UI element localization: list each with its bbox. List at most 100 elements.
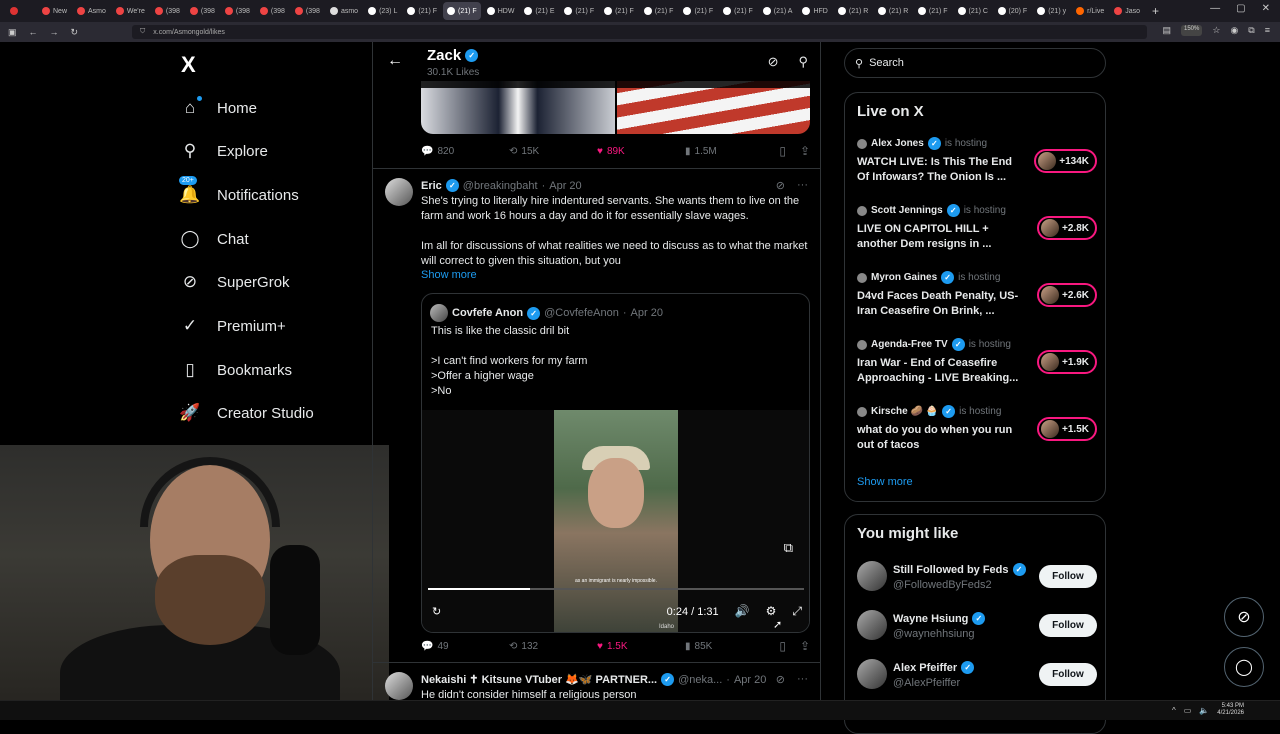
live-item[interactable]: Scott Jennings ✓ is hosting LIVE ON CAPITOL… (857, 204, 1097, 252)
browser-tab[interactable]: Jaso (1110, 2, 1144, 20)
nav-item-chat[interactable]: ◯ Chat (179, 228, 248, 250)
grok-fab-icon[interactable]: ⊘ (1224, 597, 1264, 637)
address-bar[interactable]: ⛉ x.com/Asmongold/likes (132, 25, 1147, 39)
browser-tab[interactable]: (21) F (914, 2, 952, 20)
zoom-level[interactable]: 150% (1181, 25, 1203, 36)
browser-tab[interactable]: (21) F (679, 2, 717, 20)
new-tab-icon[interactable]: + (1152, 4, 1159, 18)
grok-icon[interactable]: ⊘ (776, 673, 785, 686)
nav-item-supergrok[interactable]: ⊘ SuperGrok (179, 271, 290, 293)
browser-tab[interactable]: HDW (483, 2, 519, 20)
follow-button[interactable]: Follow (1039, 614, 1097, 637)
browser-tab[interactable]: (23) L (364, 2, 401, 20)
live-listener-count[interactable]: +2.6K (1037, 283, 1097, 307)
suggested-user[interactable]: Alex Pfeiffer ✓ @AlexPfeiffer Follow (857, 659, 1097, 693)
live-item[interactable]: Alex Jones ✓ is hosting WATCH LIVE: Is This… (857, 137, 1097, 185)
browser-tab[interactable]: Asmo (73, 2, 110, 20)
browser-tab[interactable]: (21) A (759, 2, 797, 20)
fullscreen-icon[interactable]: ⤢ (792, 604, 802, 619)
suggested-user[interactable]: Still Followed by Feds ✓ @FollowedByFeds2 F… (857, 561, 1097, 595)
account-icon[interactable]: ◉ (1230, 25, 1238, 36)
post-image[interactable] (421, 81, 810, 134)
quoted-post[interactable]: Covfefe Anon ✓ @CovfefeAnon · Apr 20 Thi… (421, 293, 810, 633)
browser-tab[interactable]: (21) R (834, 2, 872, 20)
clock[interactable]: 5:43 PM 4/21/2026 (1217, 703, 1244, 717)
nav-item-notifications[interactable]: 🔔 20+ Notifications (179, 176, 299, 206)
browser-tab[interactable]: (21) F (719, 2, 757, 20)
nav-item-creator-studio[interactable]: 🚀 Creator Studio (179, 402, 313, 424)
browser-tab[interactable]: (398 (256, 2, 289, 20)
replay-icon[interactable]: ↻ (432, 605, 441, 618)
browser-tab[interactable]: HFD (798, 2, 831, 20)
views-button[interactable]: ▮ 85K (685, 641, 773, 652)
browser-tab[interactable]: (21) E (520, 2, 558, 20)
grok-icon[interactable]: ⊘ (776, 179, 785, 192)
minimize-icon[interactable]: — (1210, 3, 1220, 14)
close-window-icon[interactable]: ✕ (1262, 3, 1270, 14)
share-icon[interactable]: ⇪ (800, 639, 810, 653)
post-date[interactable]: Apr 20 (734, 674, 766, 686)
browser-tab[interactable] (6, 2, 36, 20)
browser-tab[interactable]: asmo (326, 2, 362, 20)
avatar[interactable] (385, 178, 413, 206)
nav-item-explore[interactable]: ⚲ Explore (179, 140, 268, 162)
video-player[interactable]: as an immigrant is nearly impossible. Id… (422, 410, 809, 632)
sidebar-toggle-icon[interactable]: ▣ (8, 27, 17, 38)
nav-item-bookmarks[interactable]: ▯ Bookmarks (179, 359, 292, 381)
forward-icon[interactable]: → (50, 27, 59, 37)
bookmark-icon[interactable]: ▯ (779, 144, 786, 158)
avatar[interactable] (385, 672, 413, 700)
views-button[interactable]: ▮ 1.5M (685, 146, 773, 157)
browser-tab[interactable]: (21) F (560, 2, 598, 20)
user-handle[interactable]: @breakingbaht (463, 180, 538, 192)
reply-button[interactable]: 💬 820 (421, 146, 509, 157)
menu-icon[interactable]: ≡ (1265, 25, 1270, 36)
video-progress-bar[interactable] (428, 588, 804, 590)
browser-tab[interactable]: (21) C (954, 2, 992, 20)
volume-icon[interactable]: 🔈 (1199, 706, 1209, 715)
browser-tab[interactable]: r/Live (1072, 2, 1108, 20)
live-item[interactable]: Kirsche 🥔 🧁 ✓ is hosting what do you do whe… (857, 405, 1097, 453)
picture-in-picture-icon[interactable]: ⧉ (784, 540, 793, 556)
back-icon[interactable]: ← (29, 27, 38, 37)
show-more-link[interactable]: Show more (421, 269, 477, 281)
browser-tab[interactable]: (398 (186, 2, 219, 20)
search-input[interactable]: ⚲ Search (844, 48, 1106, 78)
live-item[interactable]: Myron Gaines ✓ is hosting D4vd Faces Death … (857, 271, 1097, 319)
x-logo[interactable]: X (181, 52, 196, 78)
chevron-up-icon[interactable]: ^ (1172, 706, 1176, 715)
chat-fab-icon[interactable]: ◯ (1224, 647, 1264, 687)
settings-gear-icon[interactable]: ⚙ (766, 604, 777, 619)
user-name[interactable]: Nekaishi ✝ Kitsune VTuber 🦊🦋 PARTNER... (421, 673, 657, 686)
reader-icon[interactable]: ▤ (1162, 25, 1171, 36)
reply-button[interactable]: 💬 49 (421, 641, 509, 652)
browser-tab[interactable]: (21) F (443, 2, 481, 20)
live-listener-count[interactable]: +1.9K (1037, 350, 1097, 374)
user-name[interactable]: Eric (421, 180, 442, 192)
browser-tab[interactable]: New (38, 2, 71, 20)
live-listener-count[interactable]: +1.5K (1037, 417, 1097, 441)
live-listener-count[interactable]: +134K (1034, 149, 1097, 173)
back-arrow-icon[interactable]: ← (387, 52, 403, 70)
like-button[interactable]: ♥ 1.5K (597, 641, 685, 652)
follow-button[interactable]: Follow (1039, 663, 1097, 686)
more-icon[interactable]: ··· (797, 673, 808, 686)
follow-button[interactable]: Follow (1039, 565, 1097, 588)
bookmark-icon[interactable]: ▯ (779, 639, 786, 653)
browser-tab[interactable]: We're (112, 2, 149, 20)
maximize-icon[interactable]: ▢ (1236, 3, 1245, 14)
browser-tab[interactable]: (21) F (640, 2, 678, 20)
grok-icon[interactable]: ⊘ (768, 54, 779, 70)
more-icon[interactable]: ··· (797, 179, 808, 192)
nav-item-home[interactable]: ⌂ Home (179, 96, 257, 119)
repost-button[interactable]: ⟲ 15K (509, 146, 597, 157)
browser-tab[interactable]: (21) y (1033, 2, 1070, 20)
browser-tab[interactable]: (398 (151, 2, 184, 20)
browser-tab[interactable]: (20) F (994, 2, 1032, 20)
browser-tab[interactable]: (398 (221, 2, 254, 20)
user-handle[interactable]: @neka... (678, 674, 722, 686)
repost-button[interactable]: ⟲ 132 (509, 641, 597, 652)
browser-tab[interactable]: (21) F (403, 2, 441, 20)
search-icon[interactable]: ⚲ (798, 54, 808, 70)
live-listener-count[interactable]: +2.8K (1037, 216, 1097, 240)
